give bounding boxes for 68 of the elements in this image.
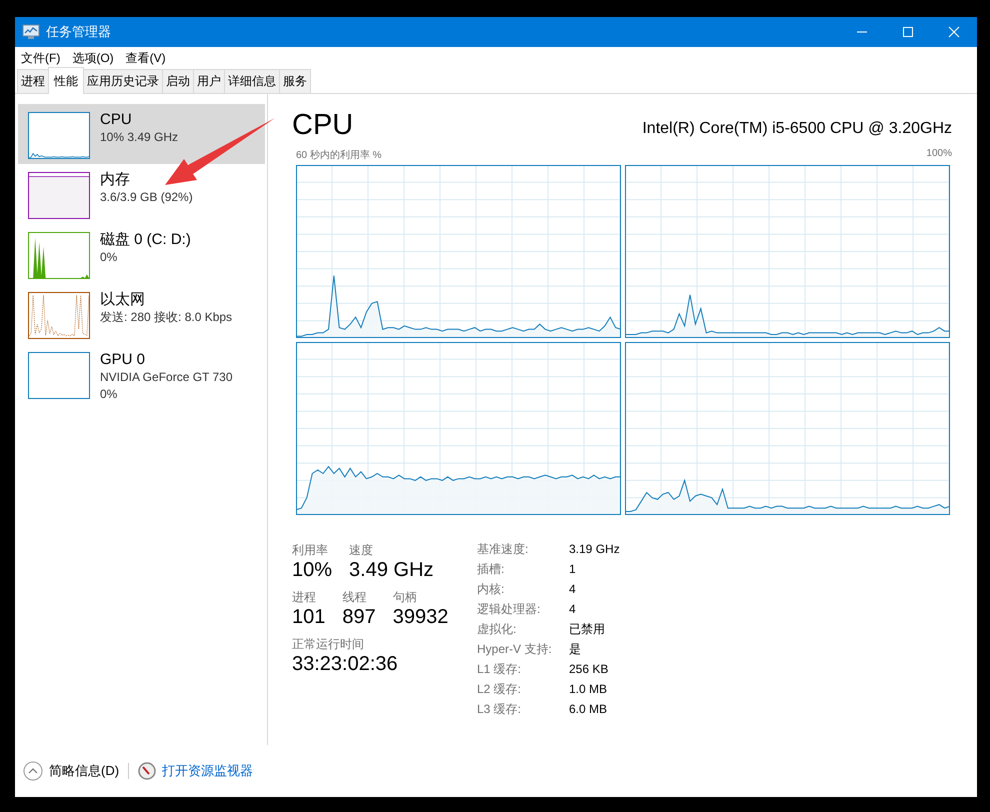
graph-caption: 60 秒内的利用率 % xyxy=(296,148,382,162)
sidebar-item-title: 内存 xyxy=(100,170,131,189)
tab[interactable]: 应用历史记录 xyxy=(83,69,163,93)
fewer-details-button[interactable]: 简略信息(D) xyxy=(49,762,120,780)
sidebar-item-detail: 0% xyxy=(100,386,118,403)
tab[interactable]: 详细信息 xyxy=(224,69,280,93)
spec-label: 基准速度: xyxy=(477,541,530,558)
page-title: CPU xyxy=(292,108,354,142)
stat-label: 利用率 xyxy=(292,543,329,558)
stat-label: 速度 xyxy=(349,543,374,558)
menu-item[interactable]: 查看(V) xyxy=(124,50,174,66)
spec-label: 虚拟化: xyxy=(477,621,518,638)
tab[interactable]: 用户 xyxy=(193,69,225,93)
spec-label: L2 缓存: xyxy=(477,681,522,698)
sidebar-item-title: 以太网 xyxy=(100,290,146,309)
collapse-icon[interactable] xyxy=(23,761,43,781)
sidebar-item-detail: 0% xyxy=(100,249,118,266)
monitor-icon xyxy=(22,24,40,40)
sidebar-item-title: GPU 0 xyxy=(100,350,146,369)
stat-value: 33:23:02:36 xyxy=(292,652,398,677)
window-title: 任务管理器 xyxy=(46,23,111,41)
spec-label: L1 缓存: xyxy=(477,661,522,678)
sidebar-item-detail: 3.6/3.9 GB (92%) xyxy=(100,189,193,206)
menu-item[interactable]: 文件(F) xyxy=(20,50,68,66)
sidebar-item[interactable]: 内存 3.6/3.9 GB (92%) xyxy=(18,164,265,224)
stat-value: 39932 xyxy=(392,605,448,630)
tab[interactable]: 启动 xyxy=(162,69,194,93)
spec-value: 4 xyxy=(569,581,577,598)
spec-label: L3 缓存: xyxy=(477,701,522,718)
sidebar-item[interactable]: 以太网 发送: 280 接收: 8.0 Kbps xyxy=(18,284,265,344)
spec-value: 4 xyxy=(569,601,577,618)
sidebar-item[interactable]: GPU 0 NVIDIA GeForce GT 730 0% xyxy=(18,344,265,404)
spec-label: 逻辑处理器: xyxy=(477,601,542,618)
sidebar-item-title: CPU xyxy=(100,110,133,129)
sidebar-item-detail: NVIDIA GeForce GT 730 xyxy=(100,369,232,386)
stat-label: 进程 xyxy=(292,590,317,605)
stat-value: 3.49 GHz xyxy=(349,558,434,583)
gauge-icon xyxy=(138,762,156,780)
close-icon xyxy=(948,26,960,38)
tab[interactable]: 性能 xyxy=(48,67,84,94)
sidebar-item-detail: 发送: 280 接收: 8.0 Kbps xyxy=(100,309,232,326)
stat-label: 正常运行时间 xyxy=(292,637,365,652)
spec-value: 3.19 GHz xyxy=(569,541,620,558)
spec-value: 1.0 MB xyxy=(569,681,608,698)
sidebar-item-detail: 10% 3.49 GHz xyxy=(100,129,178,146)
spec-label: 插槽: xyxy=(477,561,506,578)
menu-item[interactable]: 选项(O) xyxy=(71,50,122,66)
resource-monitor-link[interactable]: 打开资源监视器 xyxy=(162,762,254,780)
tab[interactable]: 服务 xyxy=(279,69,311,93)
graph-max-label: 100% xyxy=(926,148,952,161)
processor-model: Intel(R) Core(TM) i5-6500 CPU @ 3.20GHz xyxy=(642,120,952,138)
spec-value: 256 KB xyxy=(569,661,610,678)
stat-value: 10% xyxy=(292,558,332,583)
stat-label: 句柄 xyxy=(392,590,418,605)
stat-value: 897 xyxy=(342,605,376,630)
spec-value: 已禁用 xyxy=(569,621,606,638)
spec-value: 是 xyxy=(569,641,582,658)
tab[interactable]: 进程 xyxy=(17,69,49,93)
maximize-icon xyxy=(902,26,914,38)
spec-value: 1 xyxy=(569,561,577,578)
spec-label: Hyper-V 支持: xyxy=(477,641,553,658)
stat-label: 线程 xyxy=(342,590,368,605)
sidebar-item[interactable]: CPU 10% 3.49 GHz xyxy=(18,104,265,164)
sidebar-item-title: 磁盘 0 (C: D:) xyxy=(100,230,191,249)
spec-value: 6.0 MB xyxy=(569,701,608,718)
stat-value: 101 xyxy=(292,605,326,630)
spec-label: 内核: xyxy=(477,581,506,598)
sidebar-item[interactable]: 磁盘 0 (C: D:) 0% xyxy=(18,224,265,284)
